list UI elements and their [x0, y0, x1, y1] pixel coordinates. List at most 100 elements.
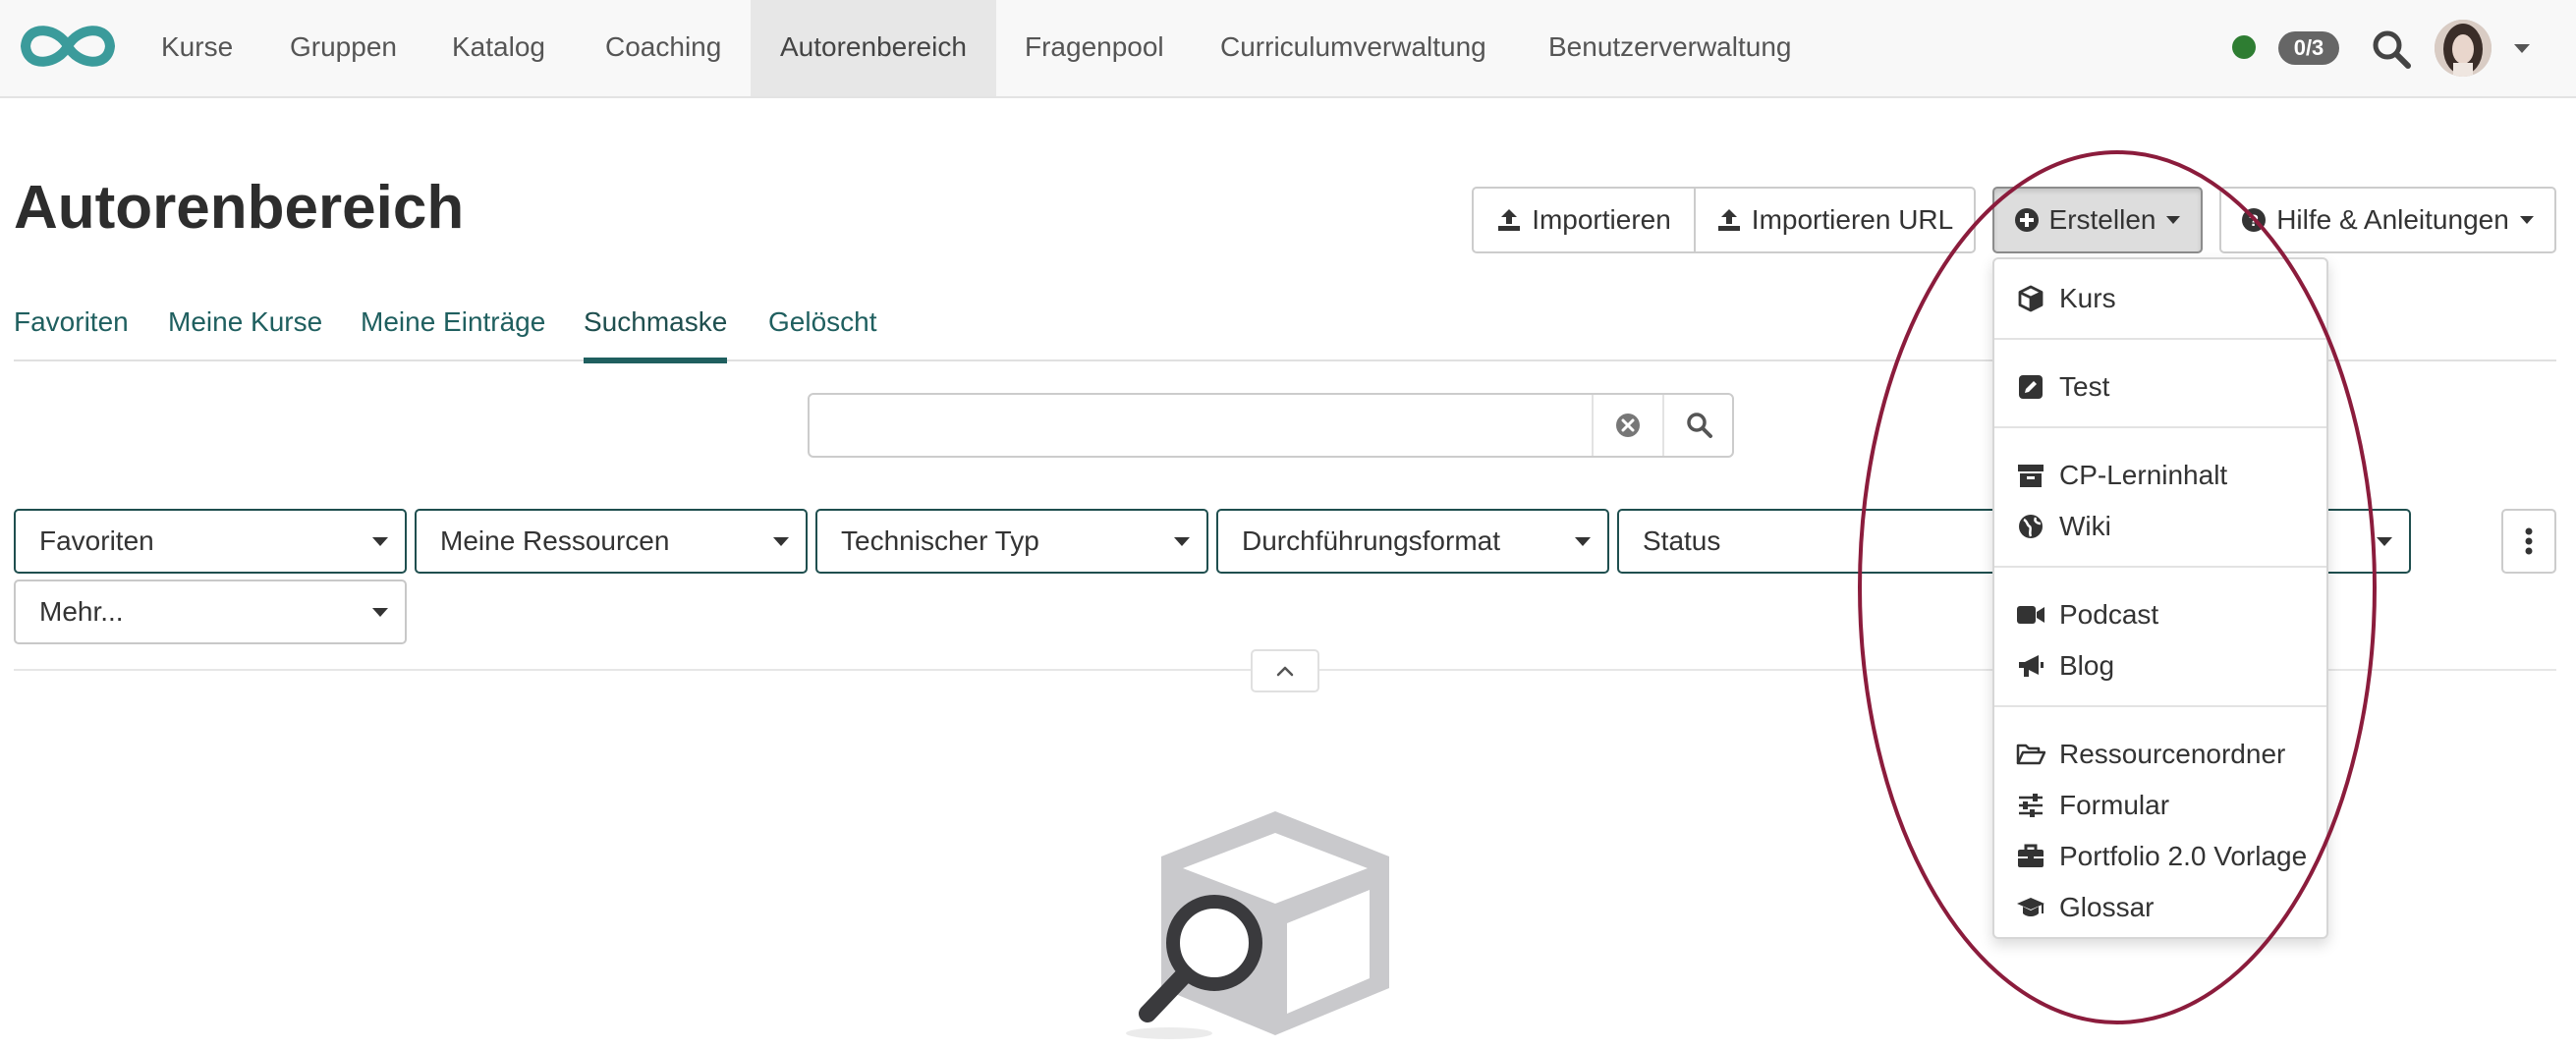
- menu-item-label: Blog: [2059, 650, 2115, 681]
- menu-item-formular[interactable]: Formular: [1994, 780, 2326, 831]
- filter-mehr[interactable]: Mehr...: [14, 580, 407, 644]
- menu-item-label: Podcast: [2059, 599, 2159, 630]
- megaphone-icon: [2016, 651, 2045, 681]
- caret-down-icon: [1575, 537, 1591, 546]
- import-button[interactable]: Importieren: [1472, 187, 1696, 253]
- caret-down-icon: [2377, 537, 2392, 546]
- help-label: Hilfe & Anleitungen: [2276, 204, 2509, 235]
- import-label: Importieren: [1532, 204, 1671, 235]
- caret-down-icon: [1174, 537, 1190, 546]
- create-label: Erstellen: [2048, 204, 2156, 235]
- sliders-icon: [2016, 791, 2045, 820]
- tab-meine-eintraege[interactable]: Meine Einträge: [361, 303, 545, 361]
- folder-open-icon: [2016, 740, 2045, 769]
- create-button[interactable]: Erstellen: [1992, 187, 2203, 253]
- menu-item-label: CP-Lerninhalt: [2059, 460, 2228, 490]
- import-url-button[interactable]: Importieren URL: [1694, 187, 1976, 253]
- menu-separator: [1994, 705, 2326, 707]
- caret-down-icon: [372, 537, 388, 546]
- menu-item-blog[interactable]: Blog: [1994, 640, 2326, 691]
- menu-item-podcast[interactable]: Podcast: [1994, 589, 2326, 640]
- nav-item-curriculumverwaltung[interactable]: Curriculumverwaltung: [1191, 0, 1516, 96]
- menu-item-label: Test: [2059, 371, 2110, 402]
- caret-down-icon: [2519, 216, 2534, 224]
- clear-search-button[interactable]: [1592, 395, 1662, 456]
- online-count-badge[interactable]: 0/3: [2278, 31, 2339, 65]
- cube-icon: [2016, 284, 2045, 313]
- briefcase-icon: [2016, 842, 2045, 871]
- nav-item-gruppen[interactable]: Gruppen: [260, 0, 426, 96]
- menu-item-portfolio-vorlage[interactable]: Portfolio 2.0 Vorlage: [1994, 831, 2326, 882]
- more-options-button[interactable]: [2501, 509, 2556, 574]
- menu-item-label: Kurs: [2059, 283, 2116, 313]
- kebab-menu-icon: [2525, 527, 2533, 555]
- caret-down-icon: [2166, 216, 2181, 224]
- filter-label: Favoriten: [39, 525, 154, 556]
- caret-down-icon: [773, 537, 789, 546]
- search-bar: [808, 393, 1734, 458]
- archive-icon: [2016, 461, 2045, 490]
- close-circle-icon: [1616, 414, 1640, 437]
- nav-item-katalog[interactable]: Katalog: [422, 0, 575, 96]
- globe-icon: [2016, 512, 2045, 541]
- menu-item-cp-lerninhalt[interactable]: CP-Lerninhalt: [1994, 450, 2326, 501]
- question-circle-icon: ?: [2242, 208, 2267, 232]
- nav-item-fragenpool[interactable]: Fragenpool: [995, 0, 1194, 96]
- filter-label: Durchführungsformat: [1242, 525, 1501, 556]
- filter-label: Technischer Typ: [841, 525, 1039, 556]
- tab-meine-kurse[interactable]: Meine Kurse: [168, 303, 322, 361]
- menu-item-label: Wiki: [2059, 511, 2111, 541]
- filter-durchfuehrungsformat[interactable]: Durchführungsformat: [1216, 509, 1609, 574]
- search-icon: [1686, 413, 1712, 438]
- filter-technischer-typ[interactable]: Technischer Typ: [815, 509, 1208, 574]
- avatar[interactable]: [2435, 20, 2492, 77]
- svg-text:?: ?: [2249, 211, 2259, 230]
- search-submit-button[interactable]: [1662, 395, 1734, 456]
- filter-label: Meine Ressourcen: [440, 525, 670, 556]
- nav-item-coaching[interactable]: Coaching: [576, 0, 751, 96]
- infinity-logo-icon[interactable]: [14, 16, 122, 77]
- plus-circle-icon: [2014, 208, 2039, 232]
- menu-item-glossar[interactable]: Glossar: [1994, 882, 2326, 933]
- search-icon[interactable]: [2370, 28, 2413, 71]
- menu-separator: [1994, 338, 2326, 340]
- top-navigation: Kurse Gruppen Katalog Coaching Autorenbe…: [0, 0, 2576, 98]
- page-title: Autorenbereich: [14, 174, 465, 242]
- menu-item-wiki[interactable]: Wiki: [1994, 501, 2326, 552]
- user-photo-icon: [2435, 20, 2492, 77]
- online-status-dot[interactable]: [2232, 35, 2256, 59]
- menu-item-kurs[interactable]: Kurs: [1994, 273, 2326, 324]
- filter-meine-ressourcen[interactable]: Meine Ressourcen: [415, 509, 808, 574]
- import-url-label: Importieren URL: [1751, 204, 1954, 235]
- upload-icon: [1717, 209, 1740, 231]
- graduation-cap-icon: [2016, 893, 2045, 922]
- collapse-filters-button[interactable]: [1251, 649, 1319, 692]
- help-button[interactable]: ? Hilfe & Anleitungen: [2219, 187, 2556, 253]
- filter-label: Mehr...: [39, 596, 124, 627]
- menu-item-label: Portfolio 2.0 Vorlage: [2059, 841, 2308, 871]
- menu-item-label: Glossar: [2059, 892, 2155, 922]
- filter-favoriten[interactable]: Favoriten: [14, 509, 407, 574]
- edit-icon: [2016, 372, 2045, 402]
- upload-icon: [1498, 209, 1521, 231]
- menu-item-test[interactable]: Test: [1994, 361, 2326, 413]
- tab-favoriten[interactable]: Favoriten: [14, 303, 129, 361]
- tab-geloescht[interactable]: Gelöscht: [768, 303, 877, 361]
- search-input[interactable]: [810, 395, 1592, 456]
- nav-item-benutzerverwaltung[interactable]: Benutzerverwaltung: [1519, 0, 1820, 96]
- chevron-down-icon[interactable]: [2511, 37, 2533, 59]
- video-icon: [2016, 600, 2045, 630]
- tab-suchmaske[interactable]: Suchmaske: [584, 303, 728, 363]
- menu-item-ressourcenordner[interactable]: Ressourcenordner: [1994, 729, 2326, 780]
- filter-label: Status: [1643, 525, 1721, 556]
- nav-item-autorenbereich[interactable]: Autorenbereich: [751, 0, 996, 96]
- chevron-up-icon: [1276, 666, 1294, 677]
- menu-item-label: Ressourcenordner: [2059, 739, 2286, 769]
- caret-down-icon: [372, 608, 388, 617]
- create-dropdown-menu: Kurs Test CP-Lerninhalt Wiki Podcast Blo…: [1992, 257, 2328, 939]
- menu-item-label: Formular: [2059, 790, 2170, 820]
- menu-separator: [1994, 566, 2326, 568]
- empty-search-illustration-icon: [1126, 811, 1389, 1039]
- nav-item-kurse[interactable]: Kurse: [132, 0, 262, 96]
- menu-separator: [1994, 426, 2326, 428]
